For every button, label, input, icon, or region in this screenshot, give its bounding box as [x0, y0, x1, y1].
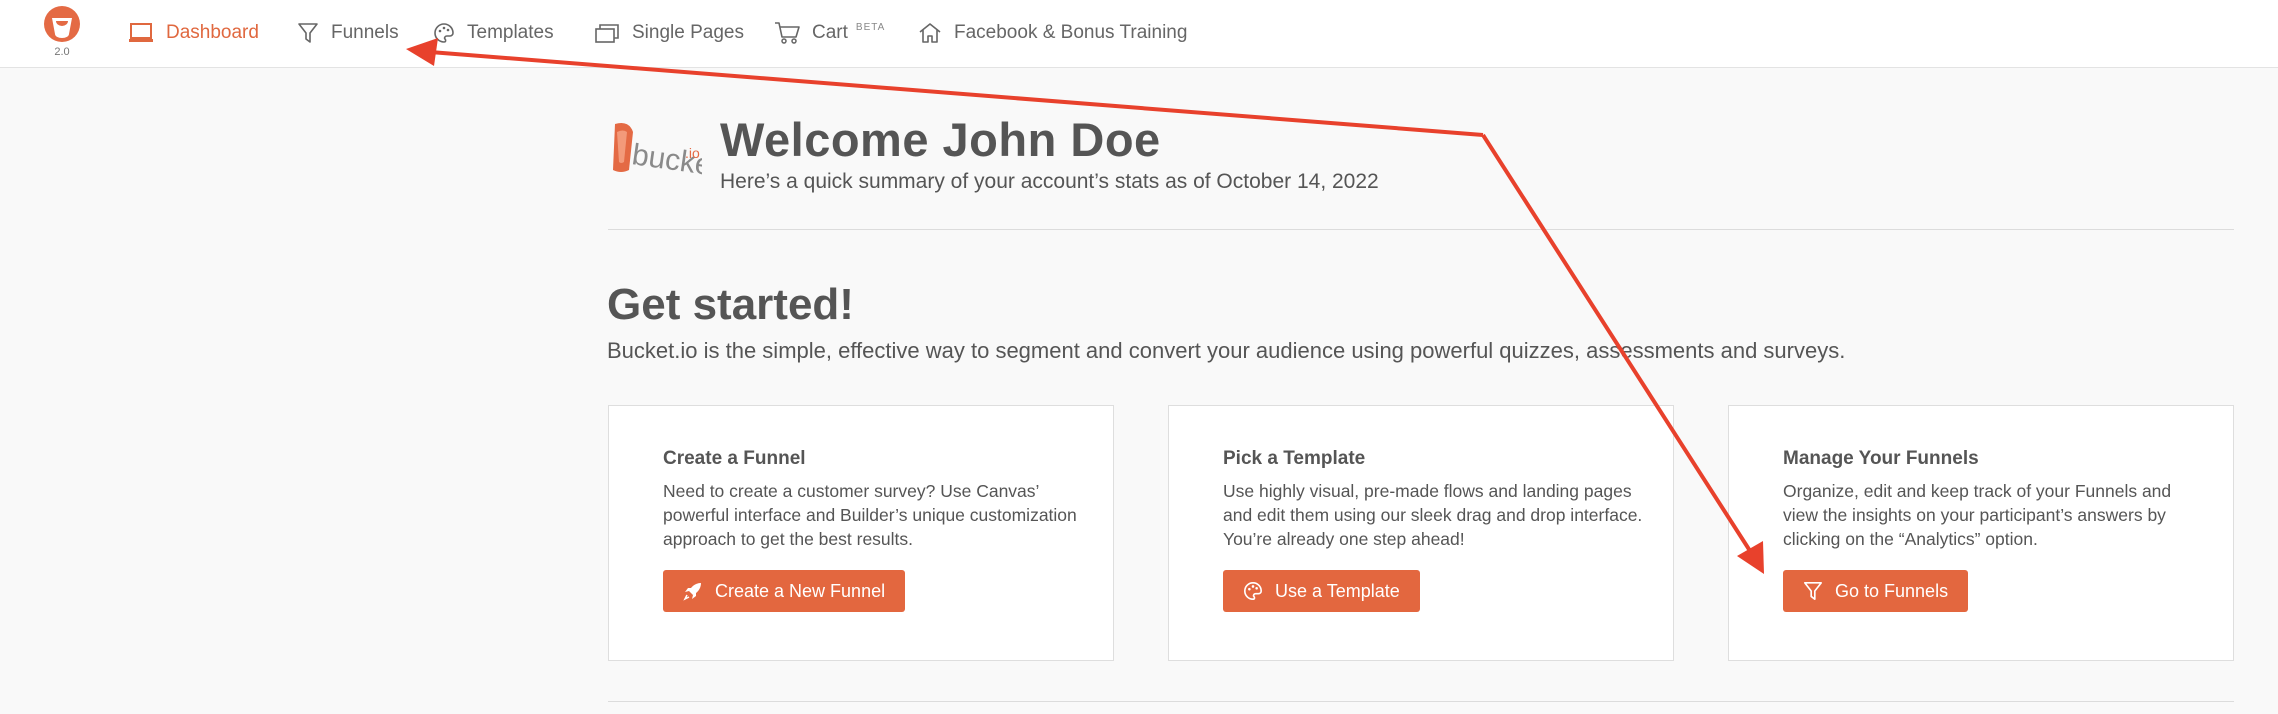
card-title: Manage Your Funnels — [1783, 448, 1979, 469]
home-icon — [919, 23, 941, 43]
get-started-title: Get started! — [607, 280, 854, 329]
use-template-button[interactable]: Use a Template — [1223, 570, 1420, 612]
card-title: Pick a Template — [1223, 448, 1366, 469]
app-version: 2.0 — [54, 46, 70, 58]
app-logo[interactable]: 2.0 — [44, 6, 80, 58]
card-description: Need to create a customer survey? Use Ca… — [663, 481, 1077, 549]
card-manage-funnels: Manage Your Funnels Organize, edit and k… — [1728, 405, 2234, 661]
use-template-label: Use a Template — [1275, 580, 1400, 601]
nav-funnels[interactable]: Funnels — [297, 18, 399, 48]
nav-dashboard[interactable]: Dashboard — [128, 18, 259, 48]
cart-icon — [775, 22, 800, 44]
rocket-icon — [683, 583, 701, 601]
divider — [608, 701, 2234, 702]
welcome-subtitle: Here’s a quick summary of your account’s… — [720, 170, 1379, 193]
nav-templates[interactable]: Templates — [433, 18, 554, 48]
go-to-funnels-label: Go to Funnels — [1835, 580, 1949, 601]
palette-icon — [1244, 581, 1263, 601]
nav-cart-label: Cart — [812, 22, 848, 43]
top-navigation: 2.0 Dashboard Funnels Templates Single P… — [0, 0, 2278, 68]
go-to-funnels-button[interactable]: Go to Funnels — [1783, 570, 1969, 612]
nav-facebook-bonus-training-label: Facebook & Bonus Training — [954, 22, 1188, 43]
nav-dashboard-label: Dashboard — [166, 22, 259, 43]
beta-badge: BETA — [855, 21, 886, 33]
create-new-funnel-button[interactable]: Create a New Funnel — [663, 570, 906, 612]
pages-icon — [595, 24, 619, 43]
nav-templates-label: Templates — [467, 22, 554, 43]
nav-funnels-label: Funnels — [331, 22, 399, 43]
nav-single-pages-label: Single Pages — [632, 22, 744, 43]
bucket-logo-icon — [44, 6, 80, 42]
funnel-icon — [298, 23, 318, 43]
laptop-icon — [129, 23, 153, 42]
nav-facebook-bonus-training[interactable]: Facebook & Bonus Training — [918, 18, 1187, 48]
divider — [608, 229, 2234, 230]
funnel-icon — [1804, 582, 1822, 600]
nav-single-pages[interactable]: Single Pages — [594, 18, 744, 48]
nav-cart[interactable]: Cart BETA — [774, 18, 885, 48]
palette-icon — [434, 23, 454, 43]
card-create-funnel: Create a Funnel Need to create a custome… — [608, 405, 1114, 661]
get-started-subtitle: Bucket.io is the simple, effective way t… — [607, 338, 1846, 363]
create-new-funnel-label: Create a New Funnel — [715, 580, 886, 601]
card-description: Use highly visual, pre-made flows and la… — [1223, 481, 1643, 549]
card-title: Create a Funnel — [663, 448, 806, 469]
bucket-brand-logo: bucket .io — [607, 118, 723, 192]
card-pick-template: Pick a Template Use highly visual, pre-m… — [1168, 405, 1674, 661]
card-description: Organize, edit and keep track of your Fu… — [1783, 481, 2172, 549]
svg-text:.io: .io — [685, 145, 700, 161]
welcome-title: Welcome John Doe — [720, 113, 1161, 166]
